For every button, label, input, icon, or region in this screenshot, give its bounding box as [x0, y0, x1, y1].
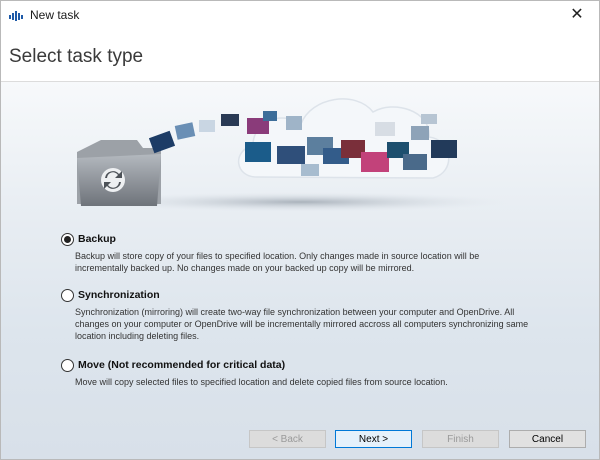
- backup-radio[interactable]: [61, 232, 74, 246]
- option-description: Backup will store copy of your files to …: [75, 250, 541, 274]
- description-line: Synchronization (mirroring) will create …: [75, 307, 515, 317]
- title-bar: New task ✕: [1, 1, 599, 31]
- new-task-dialog: New task ✕ Select task type Backup Backu…: [0, 0, 600, 460]
- option-move[interactable]: Move (Not recommended for critical data)…: [61, 358, 541, 388]
- option-label: Backup: [78, 233, 116, 245]
- option-description: Synchronization (mirroring) will create …: [75, 306, 541, 342]
- description-line: Backup will store copy of your files to …: [75, 251, 480, 261]
- option-description: Move will copy selected files to specifi…: [75, 376, 541, 388]
- option-backup[interactable]: Backup Backup will store copy of your fi…: [61, 232, 541, 274]
- description-line: incrementally backed up. No changes made…: [75, 263, 415, 273]
- move-radio[interactable]: [61, 358, 74, 372]
- synchronization-radio[interactable]: [61, 288, 74, 302]
- option-label: Move (Not recommended for critical data): [78, 359, 286, 371]
- close-button[interactable]: ✕: [555, 1, 599, 31]
- folder-icon: [77, 140, 161, 206]
- folder-to-cloud-illustration: [77, 98, 511, 212]
- page-title: Select task type: [9, 46, 144, 67]
- wizard-header: Select task type: [1, 31, 599, 82]
- description-line: changes on your computer or OpenDrive wi…: [75, 319, 529, 329]
- wizard-content: Backup Backup will store copy of your fi…: [1, 82, 599, 459]
- description-line: location including deleting files.: [75, 331, 200, 341]
- window-title: New task: [30, 8, 80, 22]
- opendrive-logo-icon: [9, 11, 23, 21]
- option-label: Synchronization: [78, 289, 160, 301]
- back-button[interactable]: < Back: [249, 430, 326, 448]
- next-button[interactable]: Next >: [335, 430, 412, 448]
- option-synchronization[interactable]: Synchronization Synchronization (mirrori…: [61, 288, 541, 342]
- close-icon: ✕: [570, 6, 584, 23]
- cancel-button[interactable]: Cancel: [509, 430, 586, 448]
- description-line: Move will copy selected files to specifi…: [75, 377, 448, 387]
- finish-button[interactable]: Finish: [422, 430, 499, 448]
